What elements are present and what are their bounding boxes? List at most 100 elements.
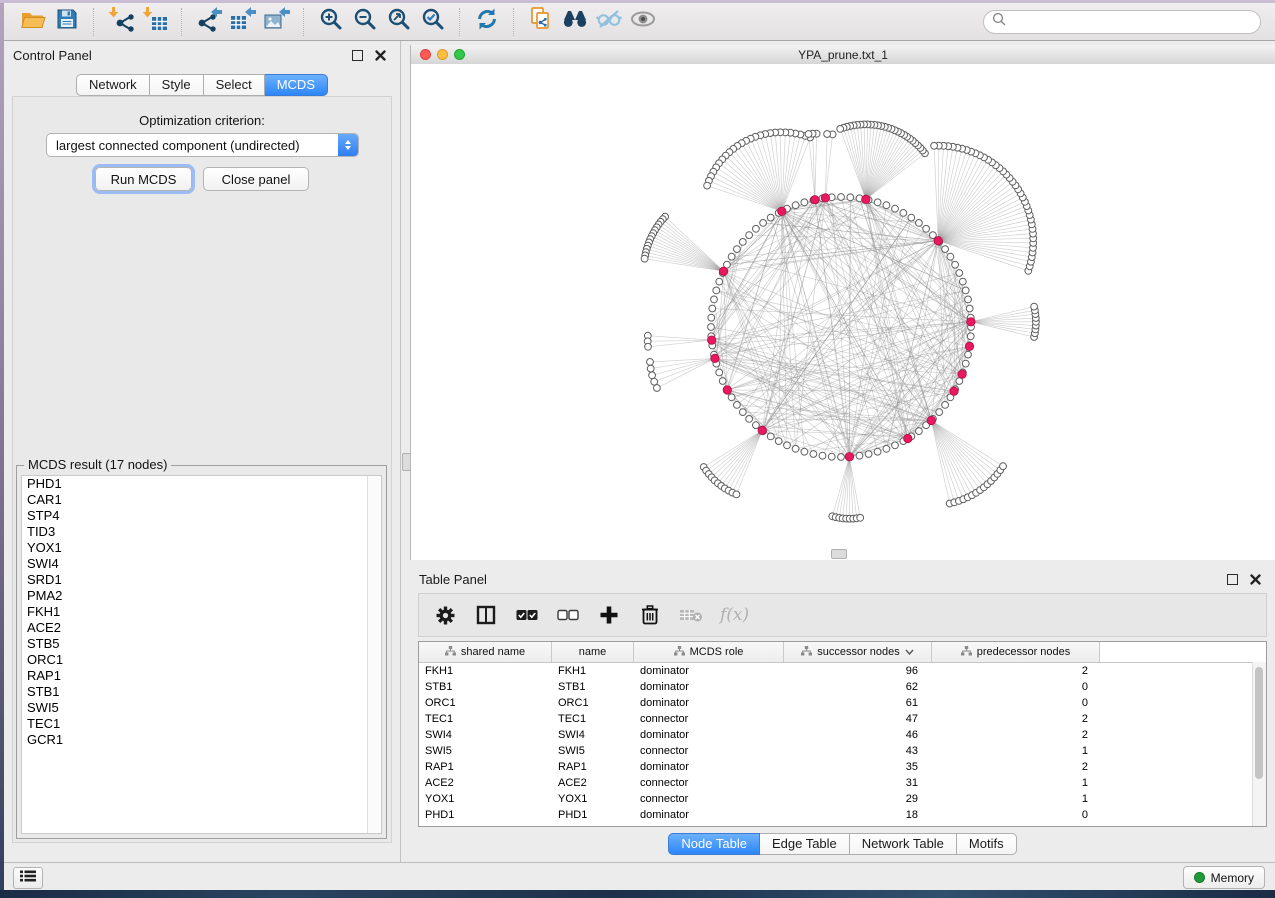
mcds-result-item[interactable]: RAP1 (22, 668, 381, 684)
mcds-result-item[interactable]: TEC1 (22, 716, 381, 732)
mcds-result-item[interactable]: PMA2 (22, 588, 381, 604)
table-scrollbar[interactable] (1252, 662, 1266, 826)
table-row-SWI5[interactable]: SWI5SWI5connector431 (419, 743, 1266, 759)
column-header-predecessor-nodes[interactable]: predecessor nodes (932, 642, 1100, 662)
float-table-panel-icon[interactable] (1226, 573, 1239, 585)
mcds-result-item[interactable]: TID3 (22, 524, 381, 540)
criterion-select[interactable]: largest connected component (undirected) (46, 133, 359, 157)
mcds-result-item[interactable]: SRD1 (22, 572, 381, 588)
table-row-RAP1[interactable]: RAP1RAP1dominator352 (419, 759, 1266, 775)
search-binoculars-button[interactable] (558, 7, 592, 37)
network-graph[interactable] (411, 64, 1275, 560)
search-input[interactable] (1011, 14, 1260, 30)
criterion-selected-value: largest connected component (undirected) (47, 138, 338, 153)
memory-status-dot (1194, 872, 1205, 883)
node-table-header: shared namenameMCDS rolesuccessor nodesp… (419, 642, 1266, 663)
table-row-ACE2[interactable]: ACE2ACE2connector311 (419, 775, 1266, 791)
show-panels-button[interactable] (13, 867, 43, 889)
export-table-button[interactable] (226, 7, 260, 37)
column-header-name[interactable]: name (552, 642, 634, 662)
mcds-result-item[interactable]: ORC1 (22, 652, 381, 668)
column-header-shared-name[interactable]: shared name (419, 642, 552, 662)
tab-network-table[interactable]: Network Table (850, 833, 957, 855)
mcds-result-item[interactable]: SWI4 (22, 556, 381, 572)
table-row-YOX1[interactable]: YOX1YOX1connector291 (419, 791, 1266, 807)
mcds-result-item[interactable]: YOX1 (22, 540, 381, 556)
delete-column-trash-icon[interactable] (638, 603, 662, 627)
table-row-STB1[interactable]: STB1STB1dominator620 (419, 679, 1266, 695)
zoom-in-button[interactable] (314, 7, 348, 37)
mcds-result-item[interactable]: STB5 (22, 636, 381, 652)
mcds-list-scrollbar[interactable] (367, 476, 381, 833)
mcds-result-item[interactable]: GCR1 (22, 732, 381, 748)
network-canvas[interactable] (411, 64, 1275, 560)
import-table-button[interactable] (138, 7, 172, 37)
add-column-plus-icon[interactable] (597, 603, 621, 627)
zoom-fit-button[interactable] (382, 7, 416, 37)
refresh-button[interactable] (470, 7, 504, 37)
column-header-successor-nodes[interactable]: successor nodes (784, 642, 932, 662)
tab-motifs[interactable]: Motifs (957, 833, 1017, 855)
float-panel-icon[interactable] (351, 49, 364, 61)
import-network-button[interactable] (104, 7, 138, 37)
mcds-result-item[interactable]: ACE2 (22, 620, 381, 636)
table-row-SWI4[interactable]: SWI4SWI4dominator462 (419, 727, 1266, 743)
mcds-result-item[interactable]: STP4 (22, 508, 381, 524)
control-panel-title: Control Panel (13, 48, 92, 63)
column-type-icon (445, 646, 456, 659)
mcds-result-item[interactable]: SWI5 (22, 700, 381, 716)
cell-successor-nodes: 18 (784, 809, 932, 821)
show-eye-button[interactable] (626, 7, 660, 37)
close-panel-icon[interactable] (374, 49, 387, 61)
horizontal-splitter-handle[interactable] (831, 549, 847, 559)
export-network-button[interactable] (192, 7, 226, 37)
column-header-MCDS-role[interactable]: MCDS role (634, 642, 784, 662)
select-all-checkboxes-icon[interactable] (515, 603, 539, 627)
run-mcds-button[interactable]: Run MCDS (95, 167, 192, 191)
tab-select[interactable]: Select (204, 74, 265, 96)
cell-predecessor-nodes: 1 (932, 745, 1100, 757)
column-header-filler (1100, 642, 1266, 662)
tab-edge-table[interactable]: Edge Table (760, 833, 850, 855)
tab-style[interactable]: Style (150, 74, 204, 96)
table-row-ORC1[interactable]: ORC1ORC1dominator610 (419, 695, 1266, 711)
cell-mcds-role: connector (634, 713, 784, 725)
tab-mcds[interactable]: MCDS (265, 74, 328, 96)
close-table-panel-icon[interactable] (1249, 573, 1262, 585)
cell-name: TEC1 (552, 713, 634, 725)
hide-glasses-button[interactable] (592, 7, 626, 37)
copy-network-button[interactable] (524, 7, 558, 37)
cell-name: SWI5 (552, 745, 634, 757)
table-row-FKH1[interactable]: FKH1FKH1dominator962 (419, 663, 1266, 679)
open-file-button[interactable] (16, 7, 50, 37)
mcds-result-item[interactable]: FKH1 (22, 604, 381, 620)
table-row-TEC1[interactable]: TEC1TEC1connector472 (419, 711, 1266, 727)
column-type-icon (801, 646, 812, 659)
save-session-button[interactable] (50, 7, 84, 37)
table-settings-gear-icon[interactable] (433, 603, 457, 627)
show-columns-icon[interactable] (474, 603, 498, 627)
cell-successor-nodes: 62 (784, 681, 932, 693)
zoom-selected-button[interactable] (416, 7, 450, 37)
network-window-titlebar[interactable]: YPA_prune.txt_1 (411, 45, 1275, 65)
cell-mcds-role: dominator (634, 729, 784, 741)
memory-button[interactable]: Memory (1183, 866, 1265, 889)
cell-successor-nodes: 35 (784, 761, 932, 773)
cell-shared-name: STB1 (419, 681, 552, 693)
export-image-button[interactable] (260, 7, 294, 37)
cell-shared-name: FKH1 (419, 665, 552, 677)
network-view-title: YPA_prune.txt_1 (411, 48, 1275, 62)
table-scrollbar-thumb[interactable] (1255, 667, 1263, 779)
zoom-out-button[interactable] (348, 7, 382, 37)
mcds-result-item[interactable]: PHD1 (22, 476, 381, 492)
mcds-result-item[interactable]: CAR1 (22, 492, 381, 508)
table-row-PHD1[interactable]: PHD1PHD1dominator180 (419, 807, 1266, 823)
close-panel-button[interactable]: Close panel (203, 167, 309, 191)
tab-node-table[interactable]: Node Table (668, 833, 760, 855)
tab-network[interactable]: Network (76, 74, 150, 96)
cell-predecessor-nodes: 0 (932, 697, 1100, 709)
binoculars-icon (561, 7, 589, 36)
deselect-all-checkboxes-icon[interactable] (556, 603, 580, 627)
search-field[interactable] (983, 10, 1261, 34)
mcds-result-item[interactable]: STB1 (22, 684, 381, 700)
